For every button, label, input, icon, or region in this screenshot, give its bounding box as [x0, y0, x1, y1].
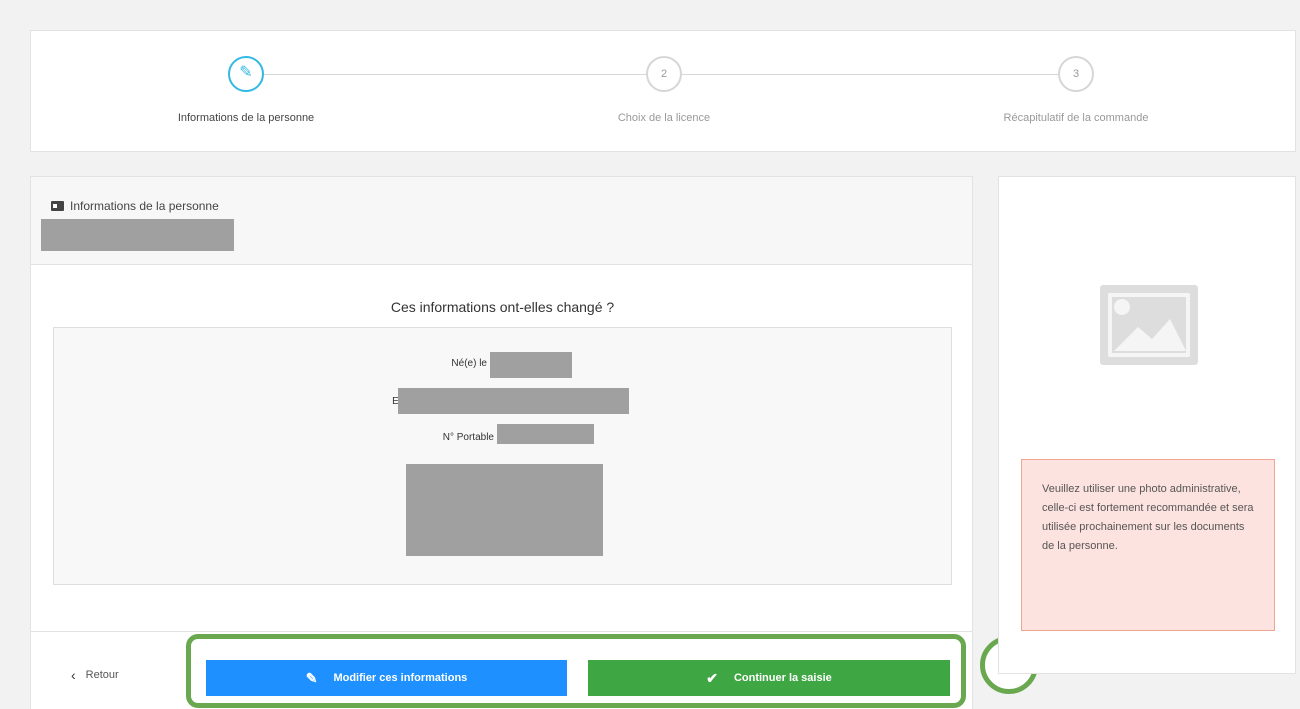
redacted-email [398, 388, 629, 414]
redacted-name [41, 219, 234, 251]
step-1[interactable]: ✎ Informations de la personne [96, 56, 396, 124]
image-placeholder-icon[interactable] [1100, 285, 1198, 365]
checkmark-icon: ✔ [706, 669, 718, 686]
change-question: Ces informations ont-elles changé ? [390, 299, 615, 315]
redacted-birth-date [490, 352, 572, 378]
step-label: Récapitulatif de la commande [1003, 112, 1149, 124]
back-link[interactable]: ‹ Retour [71, 667, 119, 683]
step-label: Informations de la personne [177, 112, 315, 124]
photo-warning-alert: Veuillez utiliser une photo administrati… [1021, 459, 1275, 631]
person-details-box: Né(e) le E-mail : N° Portable [53, 327, 952, 585]
redacted-photo [406, 464, 603, 556]
step-2[interactable]: 2 Choix de la licence [514, 56, 814, 124]
pencil-icon: ✎ [228, 56, 264, 92]
modify-info-label: Modifier ces informations [333, 672, 468, 684]
back-label: Retour [85, 669, 119, 681]
image-mountains-icon [1114, 319, 1186, 351]
id-card-icon [51, 201, 64, 211]
step-3[interactable]: 3 Récapitulatif de la commande [926, 56, 1226, 124]
step-label: Choix de la licence [617, 112, 711, 124]
step-number: 3 [1058, 56, 1094, 92]
action-buttons-highlight: ✎ Modifier ces informations ✔ Continuer … [186, 634, 966, 708]
chevron-left-icon: ‹ [71, 667, 76, 683]
photo-panel: Veuillez utiliser une photo administrati… [998, 176, 1296, 674]
panel-title: Informations de la personne [51, 199, 219, 213]
continue-label: Continuer la saisie [733, 672, 832, 684]
redacted-mobile [497, 424, 594, 444]
step-number: 2 [646, 56, 682, 92]
edit-icon: ✎ [305, 669, 318, 686]
person-info-panel: Informations de la personne Ces informat… [30, 176, 973, 709]
birth-date-label: Né(e) le [451, 358, 487, 369]
progress-stepper: ✎ Informations de la personne 2 Choix de… [30, 30, 1296, 152]
panel-header: Informations de la personne [31, 177, 972, 265]
panel-title-text: Informations de la personne [70, 199, 219, 213]
mobile-label: N° Portable [442, 432, 494, 443]
continue-button[interactable]: ✔ Continuer la saisie [588, 660, 950, 696]
modify-info-button[interactable]: ✎ Modifier ces informations [206, 660, 567, 696]
